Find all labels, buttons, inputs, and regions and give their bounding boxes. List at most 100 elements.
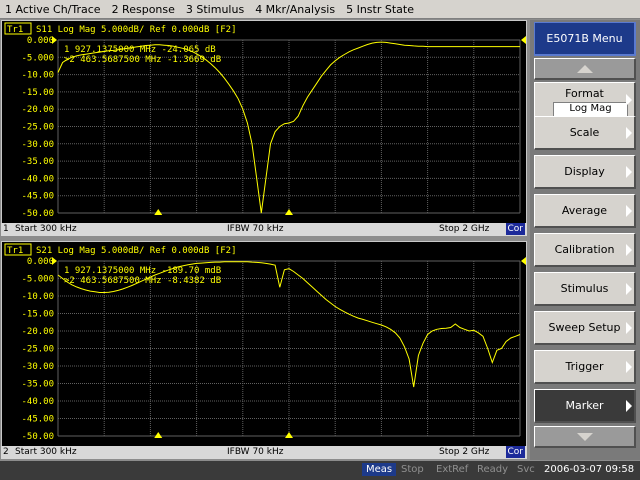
channel-1-start: Start 300 kHz	[15, 224, 77, 234]
ch1-active-trace-badge: Tr1	[7, 25, 23, 35]
channel-2-start: Start 300 kHz	[15, 447, 77, 457]
ch1-y-tick-label: -15.00	[21, 88, 54, 98]
chevron-right-icon	[626, 165, 632, 178]
softkey-panel: E5071B Menu Format Log Mag Scale Display…	[530, 20, 640, 460]
ch1-ref-left-icon	[52, 36, 57, 44]
channel-1-window[interactable]: 0.000 -5.000 -10.00 -15.00 -20.00 -25.00 -30.0…	[1, 20, 527, 236]
menu-active-ch-trace[interactable]: 1 Active Ch/Trace	[0, 3, 107, 16]
softkey-menu-title[interactable]: E5071B Menu	[534, 22, 636, 56]
softkey-sweep-setup-label: Sweep Setup	[548, 321, 621, 334]
channel-2-plot: 0.000 -5.000 -10.00 -15.00 -20.00 -25.00 -30.0…	[4, 243, 526, 442]
ch2-y-tick-label: -10.00	[21, 292, 54, 302]
softkey-display-label: Display	[564, 165, 605, 178]
softkey-calibration-label: Calibration	[554, 243, 615, 256]
status-stop: Stop	[401, 464, 424, 475]
softkey-format[interactable]: Format Log Mag	[534, 82, 636, 118]
softkey-format-label: Format	[565, 87, 604, 100]
ch2-y-tick-label: -20.00	[21, 327, 54, 337]
ch1-ref-right-icon	[521, 36, 526, 44]
ch2-marker-stimulus-icon	[285, 432, 293, 438]
ch1-y-tick-label: -5.000	[21, 53, 54, 63]
ch2-y-tick-label: 0.000	[27, 257, 54, 267]
arrow-down-icon	[576, 432, 593, 441]
chevron-right-icon	[626, 321, 632, 334]
status-meas: Meas	[362, 463, 397, 476]
status-ready: Ready	[477, 464, 509, 475]
ch1-trace	[57, 41, 520, 214]
ch1-y-tick-label: -10.00	[21, 71, 54, 81]
channel-1-cor-badge: Cor	[505, 223, 525, 235]
ch2-ref-right-icon	[521, 257, 526, 265]
softkey-stimulus-label: Stimulus	[560, 282, 609, 295]
ch1-y-tick-label: -25.00	[21, 123, 54, 133]
menu-stimulus[interactable]: 3 Stimulus	[181, 3, 250, 16]
menu-bar: 1 Active Ch/Trace 2 Response 3 Stimulus …	[0, 0, 640, 19]
softkey-scroll-up[interactable]	[534, 58, 636, 80]
status-datetime: 2006-03-07 09:58	[544, 464, 635, 475]
softkey-average[interactable]: Average	[534, 194, 636, 228]
softkey-marker[interactable]: Marker	[534, 389, 636, 423]
channel-1-stop: Stop 2 GHz	[439, 224, 490, 234]
softkey-scroll-down[interactable]	[534, 426, 636, 448]
ch2-y-tick-label: -35.00	[21, 380, 54, 390]
softkey-trigger[interactable]: Trigger	[534, 350, 636, 384]
channel-1-plot: 0.000 -5.000 -10.00 -15.00 -20.00 -25.00 -30.0…	[4, 22, 526, 219]
ch2-y-tick-label: -15.00	[21, 310, 54, 320]
ch2-y-tick-label: -40.00	[21, 397, 54, 407]
chevron-right-icon	[626, 93, 632, 106]
ch1-y-tick-label: -30.00	[21, 140, 54, 150]
channel-2-window[interactable]: 0.000 -5.000 -10.00 -15.00 -20.00 -25.00 -30.0…	[1, 241, 527, 459]
softkey-average-label: Average	[561, 204, 608, 217]
channel-2-status-line: 2 Start 300 kHz IFBW 70 kHz Stop 2 GHz C…	[1, 446, 527, 459]
ch1-y-tick-label: -35.00	[21, 157, 54, 167]
ch2-active-trace-badge: Tr1	[7, 246, 23, 256]
channel-1-number: 1	[3, 224, 9, 234]
softkey-scale-label: Scale	[569, 126, 600, 139]
menu-response[interactable]: 2 Response	[107, 3, 181, 16]
channel-2-ifbw: IFBW 70 kHz	[227, 447, 284, 457]
chevron-right-icon	[626, 243, 632, 256]
status-svc: Svc	[517, 464, 535, 475]
ch1-y-tick-label: -20.00	[21, 105, 54, 115]
ch2-y-tick-label: -25.00	[21, 345, 54, 355]
ch1-y-tick-label: -40.00	[21, 174, 54, 184]
softkey-scale[interactable]: Scale	[534, 116, 636, 150]
instrument-status-bar: Meas Stop ExtRef Ready Svc 2006-03-07 09…	[0, 461, 640, 480]
chevron-right-icon	[626, 399, 632, 412]
status-extref: ExtRef	[436, 464, 469, 475]
softkey-title-label: E5071B Menu	[546, 32, 623, 45]
ch2-y-tick-label: -30.00	[21, 362, 54, 372]
ch1-y-tick-label: -50.00	[21, 209, 54, 219]
ch1-marker-stimulus-icon	[154, 209, 163, 215]
chevron-right-icon	[626, 126, 632, 139]
softkey-calibration[interactable]: Calibration	[534, 233, 636, 267]
ch1-y-tick-label: 0.000	[27, 36, 54, 46]
menu-mkr-analysis[interactable]: 4 Mkr/Analysis	[250, 3, 341, 16]
ch2-ref-left-icon	[52, 257, 57, 265]
ch2-marker-stimulus-icon	[154, 432, 163, 438]
softkey-stimulus[interactable]: Stimulus	[534, 272, 636, 306]
ch2-y-tick-label: -5.000	[21, 275, 54, 285]
softkey-trigger-label: Trigger	[565, 360, 604, 373]
ch2-header: S21 Log Mag 5.000dB/ Ref 0.000dB [F2]	[36, 246, 236, 256]
ch2-marker-readout: 1 927.1375000 MHz -189.70 mdB	[64, 266, 221, 276]
chevron-right-icon	[626, 360, 632, 373]
ch2-y-tick-label: -45.00	[21, 415, 54, 425]
ch1-marker-readout: >2 463.5687500 MHz -1.3669 dB	[64, 55, 221, 65]
ch2-y-tick-label: -50.00	[21, 432, 54, 442]
ch1-marker-stimulus-icon	[285, 209, 293, 215]
ch1-y-tick-label: -45.00	[21, 192, 54, 202]
softkey-display[interactable]: Display	[534, 155, 636, 189]
softkey-marker-label: Marker	[565, 399, 604, 412]
ch1-header: S11 Log Mag 5.000dB/ Ref 0.000dB [F2]	[36, 25, 236, 35]
menu-instr-state[interactable]: 5 Instr State	[341, 3, 420, 16]
channel-1-status-line: 1 Start 300 kHz IFBW 70 kHz Stop 2 GHz C…	[1, 223, 527, 236]
channel-2-cor-badge: Cor	[505, 446, 525, 458]
channel-1-ifbw: IFBW 70 kHz	[227, 224, 284, 234]
chevron-right-icon	[626, 204, 632, 217]
softkey-sweep-setup[interactable]: Sweep Setup	[534, 311, 636, 345]
channel-2-stop: Stop 2 GHz	[439, 447, 490, 457]
arrow-up-icon	[576, 64, 593, 73]
channel-2-number: 2	[3, 447, 9, 457]
chevron-right-icon	[626, 282, 632, 295]
